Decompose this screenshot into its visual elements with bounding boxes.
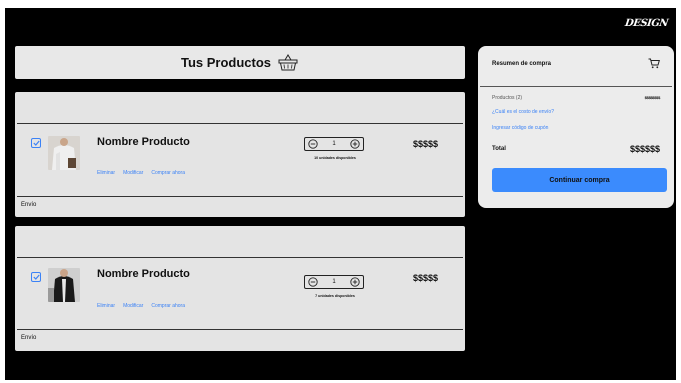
shipping-cost-link[interactable]: ¿Cuál es el costo de envío? [492, 109, 554, 115]
shipping-label: Envío [21, 202, 37, 208]
plus-circle-icon[interactable] [350, 277, 360, 287]
minus-circle-icon[interactable] [308, 277, 318, 287]
total-value: $$$$$$ [629, 144, 660, 154]
product-image [48, 136, 80, 170]
plus-circle-icon[interactable] [350, 139, 360, 149]
availability-text: 10 unidades disponibles [314, 156, 356, 160]
brand-logo: DESIGN [624, 18, 669, 29]
order-summary: Resumen de compra Productos (2) $$$$$$$$… [478, 46, 674, 208]
product-checkbox[interactable] [31, 138, 41, 148]
remove-link[interactable]: Eliminar [97, 303, 115, 309]
product-name: Nombre Producto [97, 136, 190, 148]
checkbox-checked-icon [32, 274, 40, 280]
product-price: $$$$$ [413, 273, 439, 283]
products-count: Productos (2) [492, 95, 523, 101]
minus-circle-icon[interactable] [308, 139, 318, 149]
product-checkbox[interactable] [31, 272, 41, 282]
page-header: Tus Productos [15, 46, 465, 79]
modify-link[interactable]: Modificar [123, 303, 143, 309]
product-actions: Eliminar Modificar Comprar ahora [97, 303, 185, 309]
product-price: $$$$$ [413, 139, 439, 149]
availability-text: 7 unidades disponibles [315, 294, 355, 298]
checkbox-checked-icon [32, 140, 40, 146]
quantity-value: 1 [332, 279, 336, 285]
products-subtotal: $$$$$$$$ [644, 95, 661, 100]
coupon-link[interactable]: Ingresar código de cupón [492, 125, 548, 131]
shipping-label: Envío [21, 335, 37, 341]
summary-title: Resumen de compra [492, 61, 552, 67]
divider [17, 123, 463, 124]
product-card: Nombre Producto Eliminar Modificar Compr… [15, 92, 465, 217]
continue-purchase-button[interactable]: Continuar compra [492, 168, 667, 192]
product-card: Nombre Producto Eliminar Modificar Compr… [15, 226, 465, 351]
divider [17, 196, 463, 197]
quantity-stepper: 1 [304, 275, 364, 289]
product-actions: Eliminar Modificar Comprar ahora [97, 170, 185, 176]
product-image [48, 268, 80, 302]
divider [17, 257, 463, 258]
divider [17, 329, 463, 330]
buy-now-link[interactable]: Comprar ahora [151, 303, 185, 309]
buy-now-link[interactable]: Comprar ahora [151, 170, 185, 176]
modify-link[interactable]: Modificar [123, 170, 143, 176]
app-screen: DESIGN Tus Productos Nombre Producto Eli… [5, 8, 676, 380]
product-name: Nombre Producto [97, 268, 190, 280]
shopping-basket-icon [278, 53, 298, 70]
divider [480, 86, 672, 87]
page-title: Tus Productos [180, 55, 272, 70]
cart-icon[interactable] [648, 58, 660, 69]
total-label: Total [492, 146, 506, 152]
quantity-value: 1 [332, 141, 336, 147]
remove-link[interactable]: Eliminar [97, 170, 115, 176]
quantity-stepper: 1 [304, 137, 364, 151]
